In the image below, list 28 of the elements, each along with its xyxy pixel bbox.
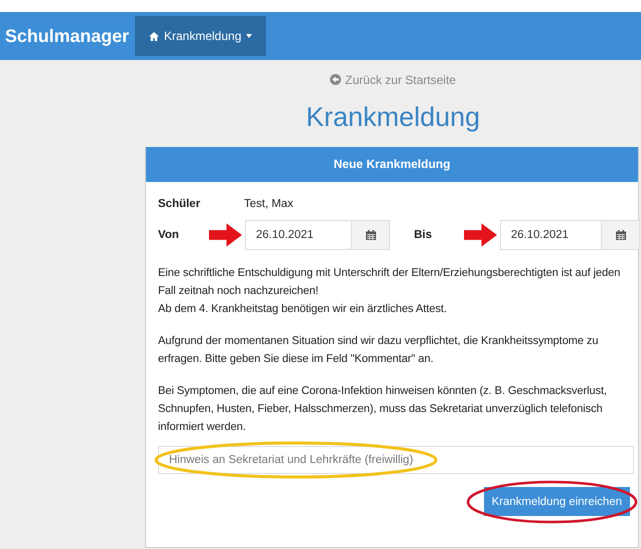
brand-logo[interactable]: Schulmanager	[5, 26, 130, 46]
calendar-icon	[366, 230, 376, 240]
submit-button[interactable]: Krankmeldung einreichen	[484, 487, 630, 516]
info-text: Eine schriftliche Entschuldigung mit Unterschrift der Eltern/Erziehungsberechtigten ist auf jeden Fall zeitnah noch nachzureichen!	[158, 266, 622, 299]
info-text: Ab dem 4. Krankheitstag benötigen wir ein ärztliches Attest.	[158, 302, 448, 317]
calendar-button[interactable]	[352, 220, 390, 250]
highlight-ellipse-icon	[466, 480, 638, 524]
comment-field[interactable]: Hinweis an Sekretariat und Lehrkräfte (freiwillig)	[158, 446, 634, 474]
menu-button[interactable]: Krankmeldung	[135, 16, 266, 56]
highlight-ellipse-icon	[154, 441, 438, 479]
arrow-annotation-icon	[464, 223, 497, 247]
page-title: Krankmeldung	[304, 102, 482, 133]
calendar-icon	[616, 230, 626, 240]
date-label: Von	[158, 229, 180, 241]
back-link[interactable]: Zurück zur Startseite	[330, 72, 456, 86]
home-icon	[149, 32, 159, 40]
date-field[interactable]: 26.10.2021	[245, 220, 352, 250]
student-label: Schüler	[158, 198, 202, 210]
info-text: Aufgrund der momentanen Situation sind wir dazu verpflichtet, die Krankheitssymptome zu erfragen. Bitte geben Sie diese im Feld "Kommentar" an.	[158, 334, 600, 367]
panel-title: Neue Krankmeldung	[146, 147, 638, 182]
arrow-annotation-icon	[209, 223, 242, 247]
date-field[interactable]: 26.10.2021	[500, 220, 602, 250]
date-label: Bis	[414, 229, 433, 241]
info-text: Bei Symptomen, die auf eine Corona-Infektion hinweisen könnten (z. B. Geschmacksverlust, Schnupfen, Husten, Fieber, Halsschmerzen), muss das Sekretariat unverzüglich telefonisch informiert werden.	[158, 384, 608, 435]
caret-icon	[246, 34, 252, 38]
back-icon	[330, 74, 342, 85]
calendar-button[interactable]	[602, 220, 640, 250]
student-name: Test, Max	[244, 198, 294, 210]
